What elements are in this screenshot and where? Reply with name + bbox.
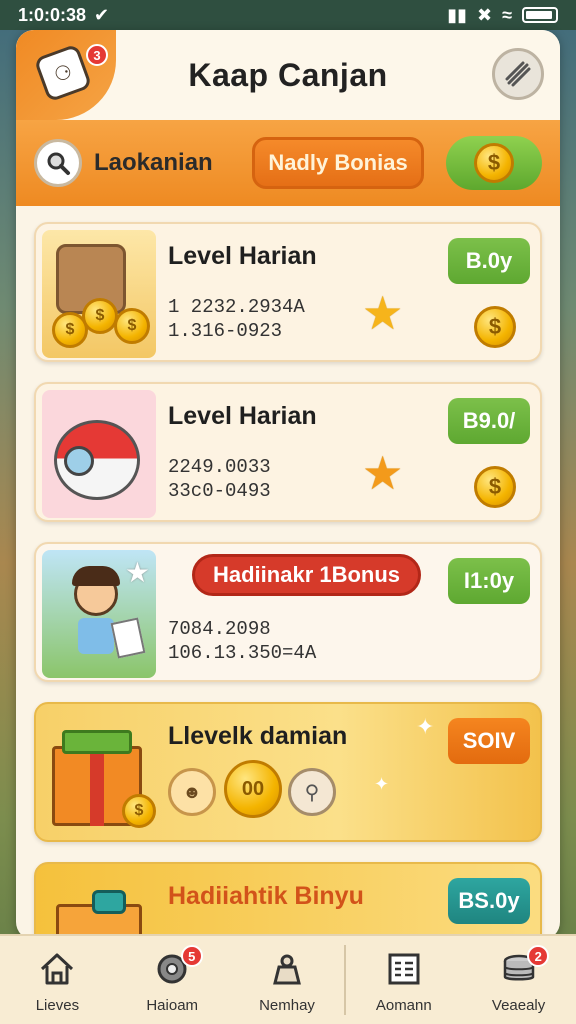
money-bag-icon[interactable]: $ bbox=[446, 136, 542, 190]
value-button[interactable]: B.0y bbox=[448, 238, 530, 284]
bonus-button[interactable]: Nadly Bonias bbox=[252, 137, 424, 189]
nav-badge: 2 bbox=[527, 945, 550, 967]
card-value-line: 2249.0033 bbox=[168, 456, 271, 478]
gift-box-image: $ bbox=[42, 710, 156, 838]
nav-item-aomann[interactable]: Aomann bbox=[346, 935, 461, 1024]
close-button[interactable] bbox=[492, 48, 544, 100]
nav-label: Veaealy bbox=[491, 996, 546, 1014]
smiley-cookie-icon: ☻ bbox=[168, 768, 216, 816]
nav-label: Aomann bbox=[375, 996, 432, 1014]
capsule-image bbox=[42, 390, 156, 518]
card-value-line: 1 2232.2934A bbox=[168, 296, 305, 318]
battery-icon bbox=[522, 7, 558, 23]
card-title: Level Harian bbox=[168, 402, 317, 430]
value-button[interactable]: B9.0/ bbox=[448, 398, 530, 444]
coin-icon: 00 bbox=[224, 760, 282, 818]
card-value-line: 106.13.350=4A bbox=[168, 642, 317, 664]
dice-badge: 3 bbox=[86, 44, 108, 66]
sparkle-icon: ✦ bbox=[416, 714, 435, 739]
sparkle-icon: ✦ bbox=[374, 774, 390, 794]
gift-box-image bbox=[42, 870, 156, 940]
list-item[interactable]: $ Llevelk damian ☻ 00 ⚲ ✦ ✦ SOIV bbox=[34, 702, 542, 842]
nav-badge: 5 bbox=[180, 945, 203, 967]
nav-label: Nemhay bbox=[259, 996, 315, 1014]
card-title: Hadiiahtik Binyu bbox=[168, 882, 364, 910]
coin-icon: $ bbox=[474, 143, 514, 183]
mute-icon: ✖ bbox=[477, 4, 493, 25]
page-title: Kaap Canjan bbox=[188, 56, 388, 93]
nav-item-veaealy[interactable]: 2 Veaealy bbox=[461, 935, 576, 1024]
list-item[interactable]: Hadiiahtik Binyu BS.0y bbox=[34, 862, 542, 940]
card-title: Llevelk damian bbox=[168, 722, 348, 750]
calendar-icon bbox=[382, 947, 426, 991]
header: ⚆ 3 Kaap Canjan bbox=[16, 30, 560, 120]
card-value-line: 1.316-0923 bbox=[168, 320, 283, 342]
coin-icon: $ bbox=[474, 466, 516, 508]
nav-label: Haioam bbox=[146, 996, 199, 1014]
clock: 1:0:0:38 bbox=[18, 4, 87, 25]
star-icon: ★ bbox=[362, 287, 404, 339]
nav-label: Lieves bbox=[35, 996, 80, 1014]
treasure-bag-image: $ $ $ bbox=[42, 230, 156, 358]
close-icon bbox=[505, 61, 531, 87]
search-icon[interactable] bbox=[34, 139, 82, 187]
card-title: Level Harian bbox=[168, 242, 317, 270]
kid-character-image: ★ bbox=[42, 550, 156, 678]
search-label[interactable]: Laokanian bbox=[94, 149, 234, 177]
toolbar: Laokanian Nadly Bonias $ bbox=[16, 120, 560, 206]
bag-icon bbox=[265, 947, 309, 991]
bottom-nav: Lieves 5 Haioam Nemhay Aomann 2 Veaealy bbox=[0, 934, 576, 1024]
value-button[interactable]: BS.0y bbox=[448, 878, 530, 924]
home-icon bbox=[35, 947, 79, 991]
nav-item-haioam[interactable]: 5 Haioam bbox=[115, 935, 230, 1024]
value-button[interactable]: I1:0y bbox=[448, 558, 530, 604]
list-item[interactable]: $ $ $ Level Harian 1 2232.2934A 1.316-09… bbox=[34, 222, 542, 362]
notification-icon: ✔ bbox=[94, 4, 110, 25]
bonus-pill[interactable]: Hadiinakr 1Bonus bbox=[192, 554, 422, 596]
card-value-line: 33c0-0493 bbox=[168, 480, 271, 502]
signal-icon: ▮▮ bbox=[447, 4, 468, 25]
wifi-icon: ≈ bbox=[502, 4, 512, 25]
status-bar: 1:0:0:38 ✔ ▮▮ ✖ ≈ bbox=[0, 0, 576, 30]
card-value-line: 7084.2098 bbox=[168, 618, 271, 640]
list-item[interactable]: Level Harian 2249.0033 33c0-0493 ★ B9.0/… bbox=[34, 382, 542, 522]
star-icon: ★ bbox=[362, 447, 404, 499]
coin-icon: $ bbox=[474, 306, 516, 348]
list-item[interactable]: ★ Hadiinakr 1Bonus 7084.2098 106.13.350=… bbox=[34, 542, 542, 682]
lock-badge-icon: ⚲ bbox=[288, 768, 336, 816]
nav-item-nemhay[interactable]: Nemhay bbox=[230, 935, 345, 1024]
value-button[interactable]: SOIV bbox=[448, 718, 530, 764]
nav-item-home[interactable]: Lieves bbox=[0, 935, 115, 1024]
main-panel: ⚆ 3 Kaap Canjan Laokanian Nadly Bonias $… bbox=[16, 30, 560, 940]
